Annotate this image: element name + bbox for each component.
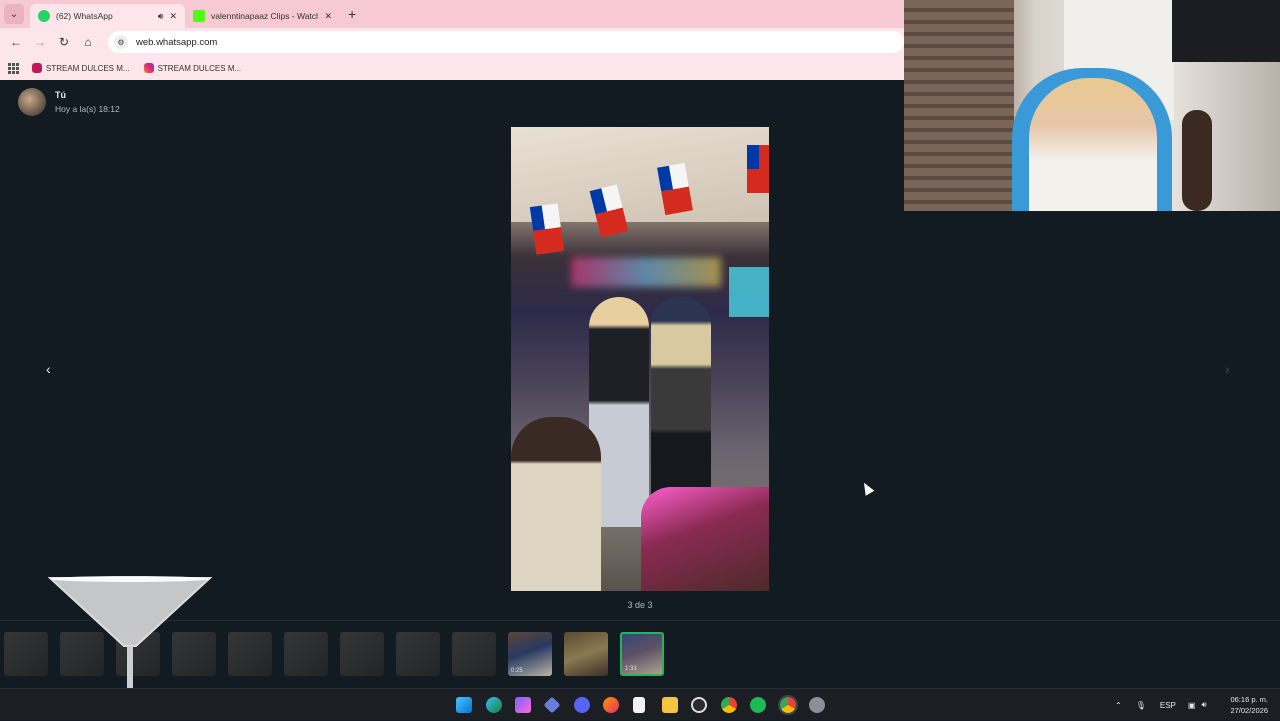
neon-lights-image xyxy=(571,257,721,287)
file-explorer-icon[interactable] xyxy=(662,697,678,713)
windows-start-icon[interactable] xyxy=(456,697,472,713)
windows-taskbar: ⌃ 🎙︎ ESP ▣ 🔊︎ 06:16 p. m. 27/02/2026 xyxy=(0,688,1280,720)
address-bar-row: ← → ↻ ⌂ ⚙ web.whatsapp.com xyxy=(0,28,904,56)
bookmark-item[interactable]: STREAM DULCES M... xyxy=(143,63,242,73)
clock-time: 06:16 p. m. xyxy=(1230,695,1268,704)
webcam-overlay xyxy=(904,0,1280,211)
whatsapp-icon xyxy=(38,10,50,22)
sender-timestamp: Hoy a la(s) 18:12 xyxy=(55,104,120,114)
home-icon[interactable]: ⌂ xyxy=(76,35,100,49)
bookmark-item[interactable]: STREAM DULCES M... xyxy=(32,63,130,73)
sender-name: Tú xyxy=(55,90,66,100)
network-icon[interactable]: ▣ xyxy=(1188,701,1196,710)
dropbox-icon[interactable] xyxy=(543,696,561,714)
next-media-chevron-icon[interactable]: › xyxy=(1225,361,1230,377)
copilot-icon[interactable] xyxy=(515,697,531,713)
chrome-active-icon[interactable] xyxy=(778,695,798,715)
obs-icon[interactable] xyxy=(691,697,707,713)
tab-kick-clips[interactable]: valenntinapaaz Clips - Watch Li ✕ xyxy=(185,4,340,28)
media-thumbnail[interactable] xyxy=(396,632,440,676)
browser-tab-bar: ⌄ (62) WhatsApp 🔊︎ ✕ valenntinapaaz Clip… xyxy=(0,0,904,28)
microphone-icon[interactable]: 🎙︎ xyxy=(1136,701,1146,710)
media-thumbnail[interactable] xyxy=(4,632,48,676)
instagram-icon xyxy=(143,63,154,73)
language-indicator[interactable]: ESP xyxy=(1160,701,1176,710)
media-thumbnail[interactable] xyxy=(452,632,496,676)
tv-screen-image xyxy=(729,267,769,317)
spotify-icon[interactable] xyxy=(750,697,766,713)
firefox-icon[interactable] xyxy=(603,697,619,713)
kick-icon xyxy=(193,10,205,22)
media-thumbnail[interactable] xyxy=(284,632,328,676)
tab-whatsapp[interactable]: (62) WhatsApp 🔊︎ ✕ xyxy=(30,4,185,28)
forward-arrow-icon[interactable]: → xyxy=(28,35,52,49)
apps-grid-icon[interactable] xyxy=(8,63,19,74)
close-tab-icon[interactable]: ✕ xyxy=(324,11,332,22)
guitar-image xyxy=(1182,110,1212,211)
notepad-icon[interactable] xyxy=(633,697,645,713)
tab-title: (62) WhatsApp xyxy=(56,11,113,21)
media-thumbnail[interactable] xyxy=(564,632,608,676)
prev-media-chevron-icon[interactable]: ‹ xyxy=(46,361,51,377)
url-omnibox[interactable]: ⚙ web.whatsapp.com xyxy=(108,31,904,53)
site-settings-icon[interactable]: ⚙ xyxy=(114,35,128,49)
avatar[interactable] xyxy=(18,88,46,116)
video-duration: 0:25 xyxy=(511,668,523,674)
back-arrow-icon[interactable]: ← xyxy=(4,35,28,49)
video-duration: 1:33 xyxy=(625,666,637,672)
window-blinds-image xyxy=(904,0,1014,211)
video-thumbnail[interactable]: 0:25 xyxy=(508,632,552,676)
tab-title: valenntinapaaz Clips - Watch Li xyxy=(211,11,319,21)
close-tab-icon[interactable]: ✕ xyxy=(169,11,177,22)
mouse-cursor-icon xyxy=(859,480,875,496)
wall-tv-image xyxy=(1172,0,1280,62)
system-tray: ⌃ 🎙︎ ESP ▣ 🔊︎ xyxy=(1115,689,1206,721)
settings-gear-icon[interactable] xyxy=(809,697,825,713)
chile-flag-image xyxy=(747,145,769,193)
clock-date: 27/02/2026 xyxy=(1230,706,1268,715)
media-thumbnail[interactable] xyxy=(340,632,384,676)
bookmark-label: STREAM DULCES M... xyxy=(157,63,242,73)
edge-icon[interactable] xyxy=(486,697,502,713)
speaker-icon[interactable]: 🔊︎ xyxy=(158,11,164,22)
chrome-icon[interactable] xyxy=(721,697,737,713)
bookmarks-bar: STREAM DULCES M... STREAM DULCES M... xyxy=(0,56,904,80)
seated-person-image xyxy=(511,417,601,591)
discord-icon[interactable] xyxy=(574,697,590,713)
streamer-image xyxy=(1029,78,1157,211)
media-thumbnail[interactable] xyxy=(228,632,272,676)
media-video-frame[interactable] xyxy=(511,127,769,591)
reload-icon[interactable]: ↻ xyxy=(52,35,76,49)
tab-search-chevron-icon[interactable]: ⌄ xyxy=(4,4,24,24)
sender-info[interactable]: Tú Hoy a la(s) 18:12 xyxy=(18,88,120,116)
bookmark-label: STREAM DULCES M... xyxy=(46,63,130,73)
video-thumbnail-selected[interactable]: 1:33 xyxy=(620,632,664,676)
url-text: web.whatsapp.com xyxy=(136,36,218,48)
taskbar-clock[interactable]: 06:16 p. m. 27/02/2026 xyxy=(1230,694,1268,716)
pink-table-image xyxy=(641,487,769,591)
bookmark-icon xyxy=(32,63,42,73)
volume-icon[interactable]: 🔊︎ xyxy=(1201,700,1206,710)
tray-chevron-up-icon[interactable]: ⌃ xyxy=(1115,701,1122,710)
new-tab-button[interactable]: + xyxy=(348,6,356,22)
